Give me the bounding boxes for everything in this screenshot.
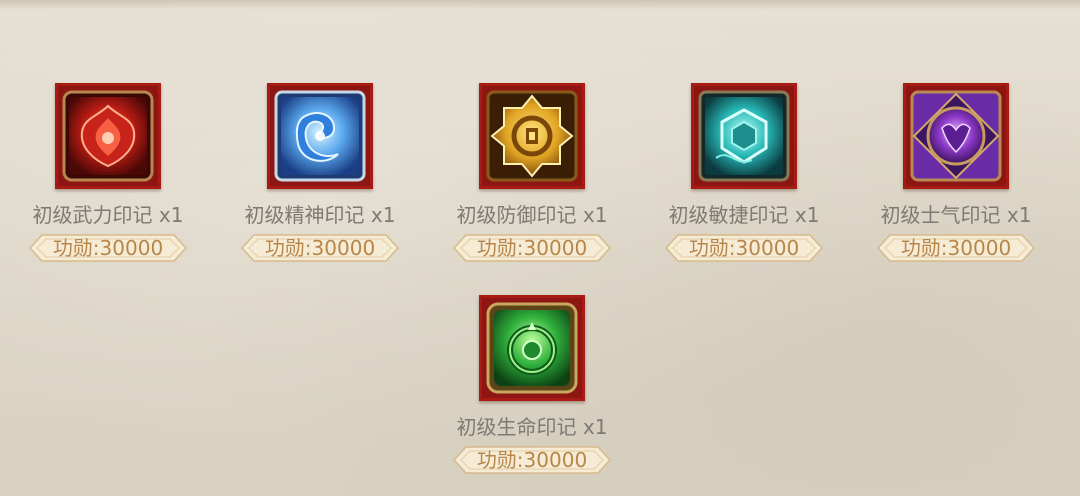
price-tag: 功勋:30000 (452, 233, 612, 263)
item-icon-frame[interactable] (903, 83, 1009, 189)
cyan-agility-seal-icon (698, 90, 790, 182)
shop-item-agility-seal[interactable]: 初级敏捷印记 x1 功勋:30000 (644, 83, 844, 283)
purple-morale-seal-icon (910, 90, 1002, 182)
shop-item-spirit-seal[interactable]: 初级精神印记 x1 功勋:30000 (220, 83, 420, 283)
price-tag: 功勋:30000 (452, 445, 612, 475)
shop-item-defense-seal[interactable]: 初级防御印记 x1 功勋:30000 (432, 83, 632, 283)
shop-item-force-seal[interactable]: 初级武力印记 x1 功勋:30000 (8, 83, 208, 283)
item-icon-frame[interactable] (479, 83, 585, 189)
item-name: 初级敏捷印记 x1 (668, 203, 820, 227)
shop-item-life-seal[interactable]: 初级生命印记 x1 功勋:30000 (432, 295, 632, 495)
price-tag: 功勋:30000 (876, 233, 1036, 263)
price-tag: 功勋:30000 (240, 233, 400, 263)
item-price: 功勋:30000 (900, 236, 1012, 260)
green-life-seal-icon (486, 302, 578, 394)
item-name: 初级精神印记 x1 (244, 203, 396, 227)
item-icon-frame[interactable] (267, 83, 373, 189)
gold-defense-seal-icon (486, 90, 578, 182)
item-price: 功勋:30000 (476, 236, 588, 260)
price-tag: 功勋:30000 (664, 233, 824, 263)
shop-item-morale-seal[interactable]: 初级士气印记 x1 功勋:30000 (856, 83, 1056, 283)
item-price: 功勋:30000 (52, 236, 164, 260)
item-name: 初级武力印记 x1 (32, 203, 184, 227)
blue-spirit-seal-icon (274, 90, 366, 182)
item-name: 初级生命印记 x1 (456, 415, 608, 439)
price-tag: 功勋:30000 (28, 233, 188, 263)
item-icon-frame[interactable] (479, 295, 585, 401)
red-force-seal-icon (62, 90, 154, 182)
item-price: 功勋:30000 (476, 448, 588, 472)
top-border (0, 0, 1080, 10)
item-icon-frame[interactable] (691, 83, 797, 189)
item-name: 初级士气印记 x1 (880, 203, 1032, 227)
item-price: 功勋:30000 (688, 236, 800, 260)
item-price: 功勋:30000 (264, 236, 376, 260)
item-icon-frame[interactable] (55, 83, 161, 189)
item-name: 初级防御印记 x1 (456, 203, 608, 227)
